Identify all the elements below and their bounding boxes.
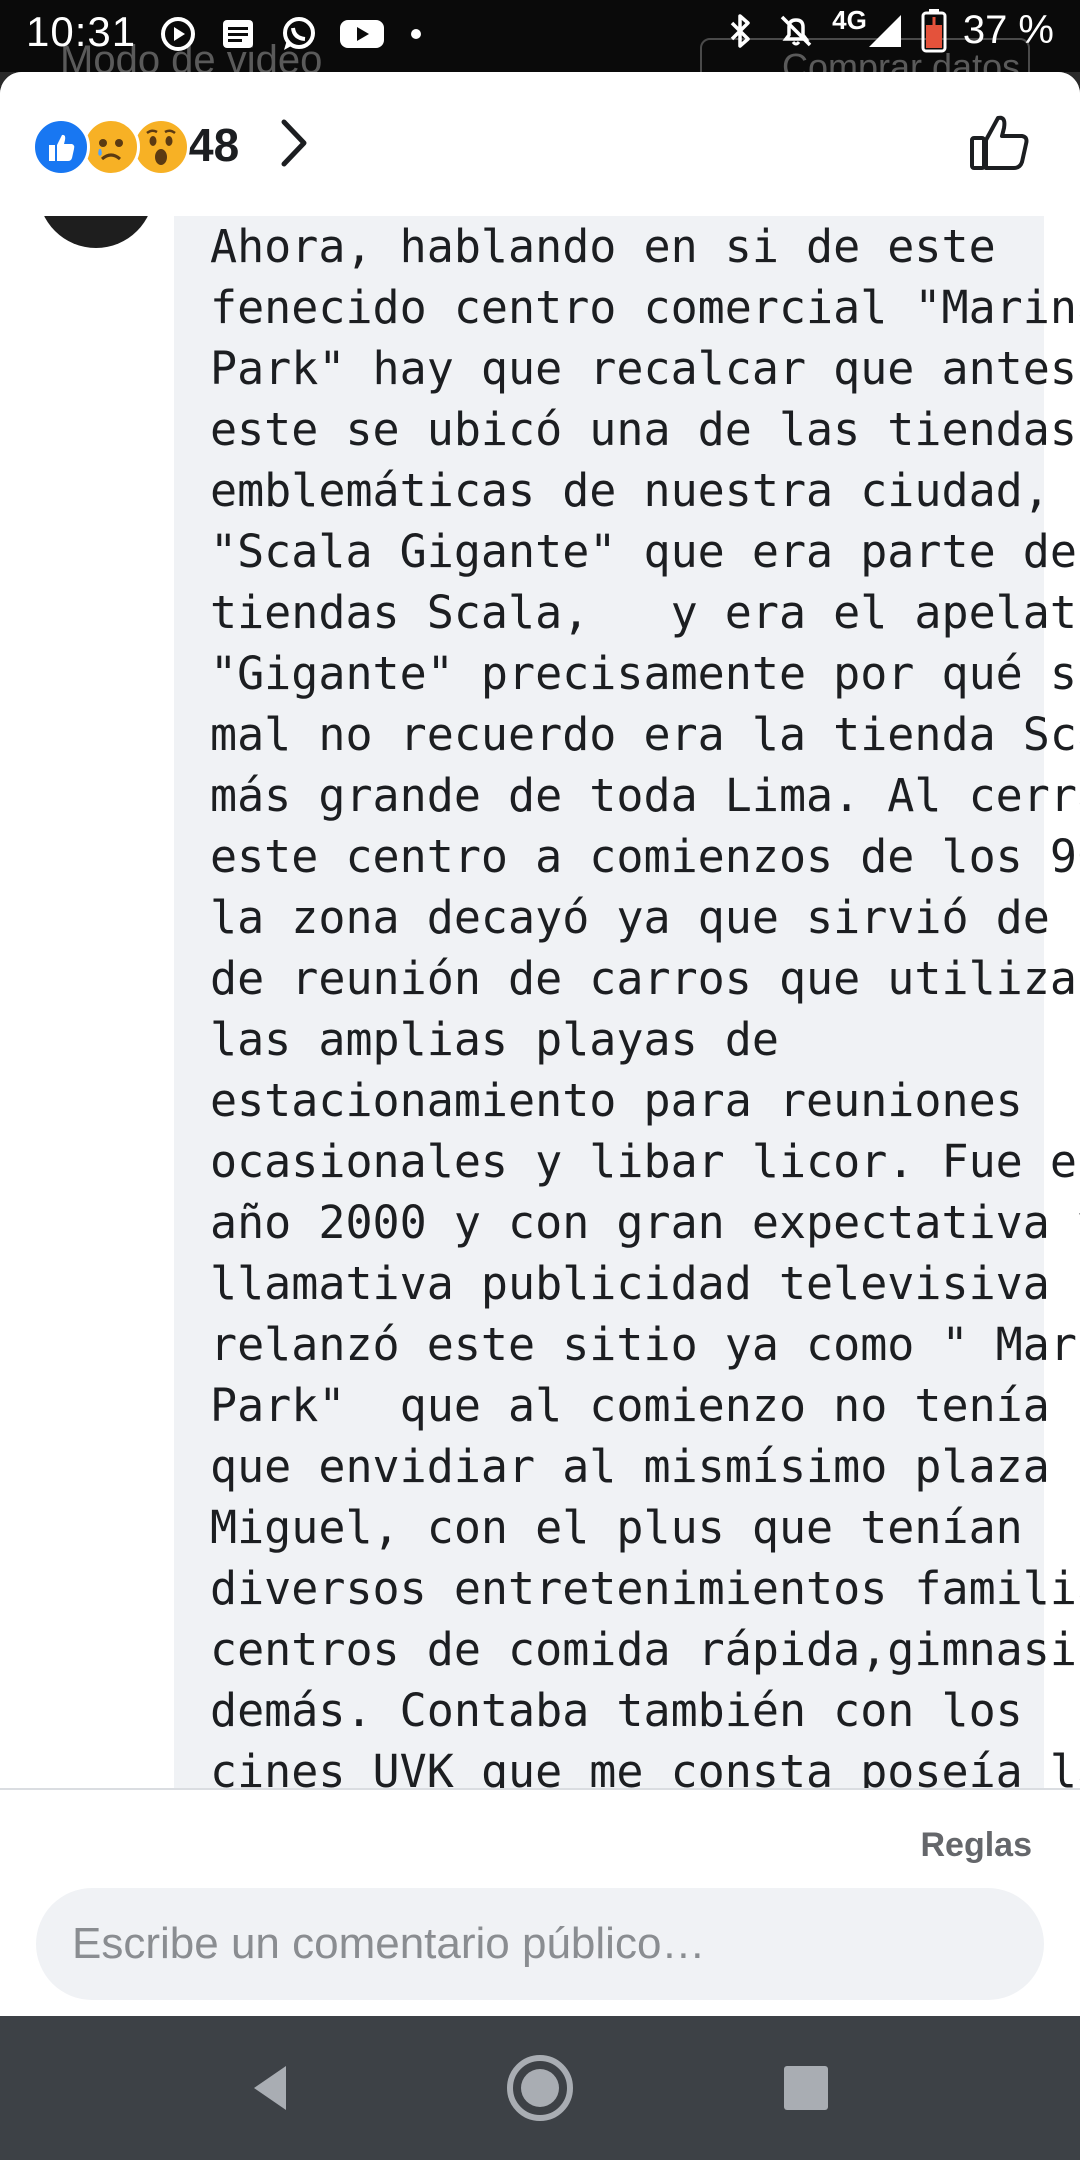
reaction-count[interactable]: 48 xyxy=(188,118,239,172)
mute-icon xyxy=(780,15,812,46)
battery-level: 37 % xyxy=(962,8,1054,52)
bluetooth-icon xyxy=(730,13,750,48)
comment-text: Ahora, hablando en si de este fenecido c… xyxy=(210,220,1080,1798)
whatsapp-icon xyxy=(283,17,315,50)
recents-button[interactable] xyxy=(764,2046,848,2130)
like-reaction-icon xyxy=(32,118,90,176)
status-time: 10:31 xyxy=(26,8,137,55)
status-bar: Modo de video Comprar datos 10:31 4G 37 … xyxy=(0,0,1080,72)
signal-icon xyxy=(868,14,901,47)
youtube-icon xyxy=(340,20,384,48)
reactions-header: 48 xyxy=(0,72,1080,216)
comment-footer: Reglas xyxy=(0,1788,1080,2016)
reactions-summary[interactable] xyxy=(32,118,190,176)
recents-icon xyxy=(784,2066,828,2110)
dot-icon xyxy=(411,29,421,39)
comment-input[interactable] xyxy=(36,1888,1044,2000)
sad-reaction-icon xyxy=(82,118,140,176)
screen-record-icon xyxy=(161,17,195,51)
notification-icons xyxy=(158,14,426,54)
home-button[interactable] xyxy=(498,2046,582,2130)
system-status-icons: 4G 37 % xyxy=(720,5,1054,53)
comment-bubble[interactable]: Ahora, hablando en si de este fenecido c… xyxy=(174,216,1080,1856)
comments-sheet: 48 Ahora, hablando en si de este fenecid… xyxy=(0,72,1080,2016)
back-button[interactable] xyxy=(228,2046,312,2130)
network-type: 4G xyxy=(832,5,867,35)
system-nav-bar xyxy=(0,2016,1080,2160)
home-icon xyxy=(507,2055,573,2121)
back-icon xyxy=(254,2066,286,2110)
chevron-right-icon[interactable] xyxy=(278,118,308,168)
message-icon xyxy=(223,20,253,48)
wow-reaction-icon xyxy=(132,118,190,176)
rules-link[interactable]: Reglas xyxy=(921,1826,1033,1865)
like-button-icon[interactable] xyxy=(968,110,1032,174)
battery-icon xyxy=(921,8,947,52)
